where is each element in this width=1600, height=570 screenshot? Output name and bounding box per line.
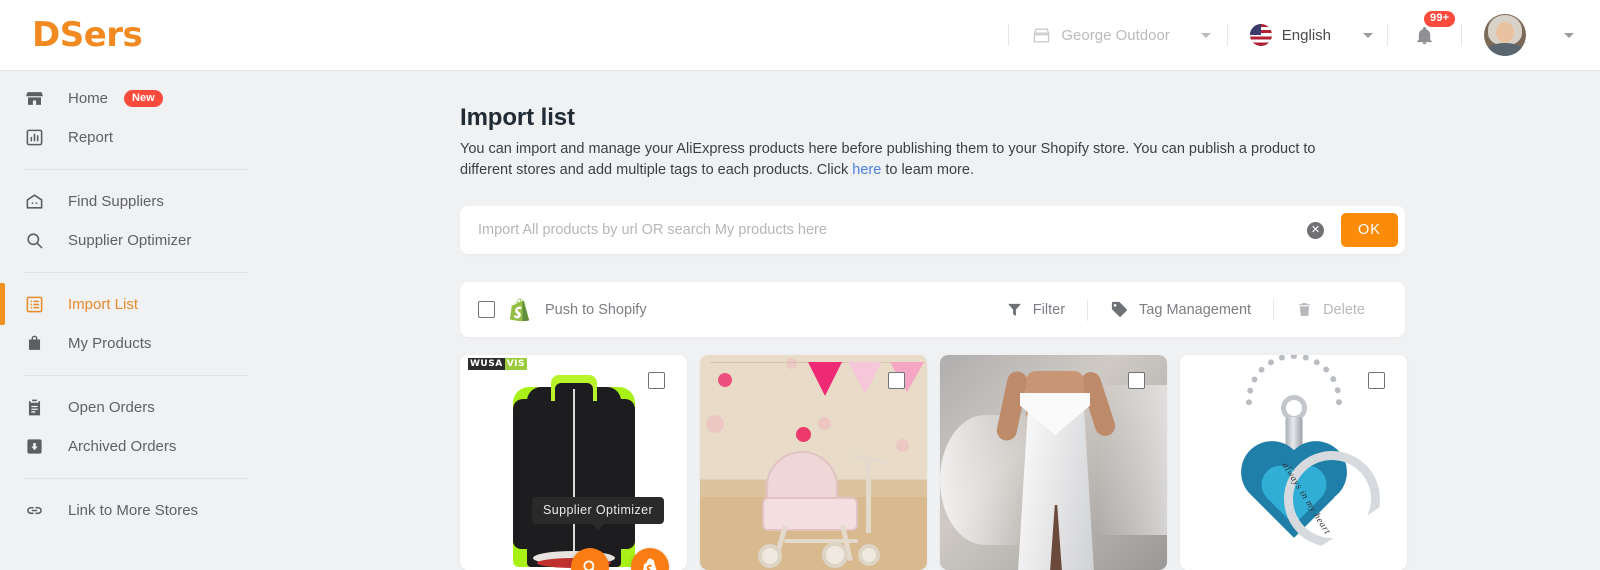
sidebar-divider: [24, 478, 248, 479]
clipboard-icon: [24, 397, 45, 418]
search-icon: [24, 230, 45, 251]
avatar: [1484, 14, 1526, 56]
notifications-button[interactable]: 99+: [1388, 0, 1461, 70]
chevron-down-icon: [1564, 32, 1574, 38]
supplier-optimizer-tooltip: Supplier Optimizer: [532, 497, 665, 530]
language-selector[interactable]: English: [1228, 0, 1387, 70]
tag-management-label: Tag Management: [1139, 301, 1252, 318]
warehouse-icon: [24, 191, 45, 212]
filter-button[interactable]: Filter: [984, 296, 1087, 324]
stroller-illustration: [748, 443, 898, 568]
shopify-icon: [642, 558, 656, 570]
sidebar-item-report[interactable]: Report: [0, 118, 272, 157]
product-grid: WUSA VIS Supplier Optimizer always in my…: [460, 355, 1420, 570]
page-description: You can import and manage your AliExpres…: [460, 139, 1368, 181]
learn-more-link[interactable]: here: [852, 162, 881, 178]
sidebar-item-link-to-more-stores[interactable]: Link to More Stores: [0, 491, 272, 530]
search-bar: ✕ OK: [460, 206, 1405, 254]
product-select-checkbox[interactable]: [1368, 372, 1385, 389]
clear-icon[interactable]: ✕: [1307, 221, 1324, 239]
account-menu[interactable]: [1462, 0, 1600, 70]
search-input[interactable]: [460, 222, 1307, 238]
search-ok-button[interactable]: OK: [1341, 213, 1398, 247]
sidebar-item-label: Archived Orders: [68, 438, 177, 455]
select-all-checkbox[interactable]: [478, 301, 495, 318]
sidebar-item-label: Report: [68, 129, 114, 146]
store-selector[interactable]: George Outdoor: [1009, 0, 1226, 70]
sidebar-item-archived-orders[interactable]: Archived Orders: [0, 427, 272, 466]
top-bar-right: George Outdoor English 99+: [1008, 0, 1600, 70]
notification-badge: 99+: [1424, 11, 1456, 27]
sidebar-item-label: Find Suppliers: [68, 193, 164, 210]
trash-icon: [1298, 303, 1311, 316]
sidebar-item-find-suppliers[interactable]: Find Suppliers: [0, 182, 272, 221]
store-icon: [1031, 25, 1052, 46]
bar-chart-icon: [24, 127, 45, 148]
sidebar-item-label: Link to More Stores: [68, 502, 199, 519]
product-select-checkbox[interactable]: [888, 372, 905, 389]
top-bar: DSers George Outdoor English 99+: [0, 0, 1600, 71]
bag-icon: [24, 333, 45, 354]
tag-management-button[interactable]: Tag Management: [1088, 296, 1273, 324]
jacket-illustration: [499, 369, 649, 569]
push-to-shopify-label[interactable]: Push to Shopify: [545, 302, 647, 318]
filter-icon: [1007, 303, 1021, 316]
chevron-down-icon: [1200, 32, 1211, 38]
delete-button[interactable]: Delete: [1274, 296, 1387, 324]
shopify-icon: [509, 298, 530, 321]
product-card-baby-stroller[interactable]: [700, 355, 927, 570]
product-select-checkbox[interactable]: [1128, 372, 1145, 389]
new-badge: New: [124, 90, 163, 107]
chevron-down-icon: [1363, 32, 1373, 38]
app-logo[interactable]: DSers: [32, 15, 143, 55]
main-content: Import list You can import and manage yo…: [272, 71, 1600, 570]
sidebar-item-label: Home: [68, 90, 109, 107]
product-card-cycling-jacket[interactable]: WUSA VIS Supplier Optimizer: [460, 355, 687, 570]
us-flag-icon: [1249, 24, 1272, 46]
filter-label: Filter: [1032, 301, 1066, 318]
sidebar-item-label: Import List: [68, 296, 139, 313]
delete-label: Delete: [1323, 301, 1365, 318]
list-icon: [24, 294, 45, 315]
storefront-icon: [24, 88, 45, 109]
archive-icon: [24, 436, 45, 457]
sidebar-divider: [24, 169, 248, 170]
sidebar-item-label: Open Orders: [68, 399, 155, 416]
sidebar-item-my-products[interactable]: My Products: [0, 324, 272, 363]
sidebar-divider: [24, 272, 248, 273]
product-card-heart-pendant[interactable]: always in my heart: [1180, 355, 1407, 570]
bell-icon: [1417, 26, 1432, 44]
sidebar-item-label: Supplier Optimizer: [68, 232, 192, 249]
sidebar-divider: [24, 375, 248, 376]
product-card-white-dress[interactable]: [940, 355, 1167, 570]
sidebar-item-open-orders[interactable]: Open Orders: [0, 388, 272, 427]
sidebar-item-import-list[interactable]: Import List: [0, 283, 272, 325]
link-icon: [24, 500, 45, 521]
sidebar: Home New Report Find Suppliers Supplier …: [0, 71, 272, 570]
toolbar-left: Push to Shopify: [460, 298, 647, 321]
store-name: George Outdoor: [1061, 26, 1170, 44]
language-label: English: [1281, 26, 1331, 44]
search-icon: [583, 560, 595, 570]
sidebar-item-label: My Products: [68, 335, 152, 352]
brand-watermark: WUSA VIS: [468, 358, 527, 370]
page-title: Import list: [460, 104, 575, 131]
tag-icon: [1111, 301, 1128, 317]
sidebar-item-supplier-optimizer[interactable]: Supplier Optimizer: [0, 221, 272, 260]
sidebar-item-home[interactable]: Home New: [0, 79, 272, 118]
toolbar-right: Filter Tag Management Delete: [984, 296, 1405, 324]
product-select-checkbox[interactable]: [648, 372, 665, 389]
bulk-action-toolbar: Push to Shopify Filter Tag Management De…: [460, 282, 1405, 337]
page-description-part2: to leam more.: [881, 162, 974, 178]
